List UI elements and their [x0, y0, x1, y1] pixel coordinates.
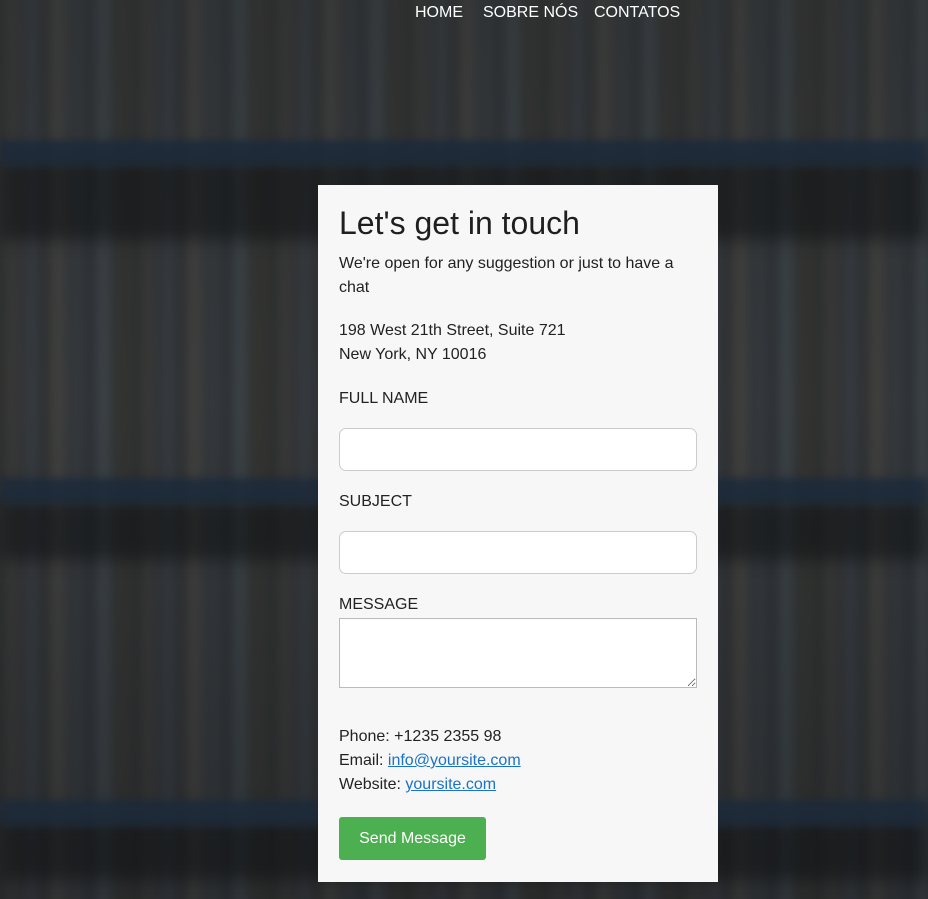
intro-text: We're open for any suggestion or just to… — [339, 255, 674, 296]
contact-card: Let's get in touch We're open for any su… — [318, 185, 718, 882]
full-name-label: FULL NAME — [339, 390, 429, 407]
address: 198 West 21th Street, Suite 721 New York… — [339, 319, 566, 367]
contact-info: Phone: +1235 2355 98 Email: info@yoursit… — [339, 725, 521, 797]
nav-link-sobre-nos[interactable]: SOBRE NÓS — [483, 4, 578, 22]
subject-label: SUBJECT — [339, 493, 412, 510]
website-link[interactable]: yoursite.com — [405, 776, 496, 793]
message-label: MESSAGE — [339, 596, 419, 613]
phone-label: Phone: — [339, 728, 390, 745]
background-shelf — [0, 140, 928, 166]
page-title: Let's get in touch — [339, 205, 580, 241]
email-link[interactable]: info@yoursite.com — [388, 752, 521, 769]
subject-input[interactable] — [339, 531, 697, 574]
phone-line: Phone: +1235 2355 98 — [339, 725, 521, 749]
send-message-button[interactable]: Send Message — [339, 817, 486, 860]
full-name-input[interactable] — [339, 428, 697, 471]
nav-link-contatos[interactable]: CONTATOS — [594, 4, 680, 22]
phone-value: +1235 2355 98 — [394, 728, 502, 745]
message-textarea[interactable] — [339, 618, 697, 688]
website-label: Website: — [339, 776, 401, 793]
address-line-1: 198 West 21th Street, Suite 721 — [339, 322, 566, 339]
email-label: Email: — [339, 752, 384, 769]
website-line: Website: yoursite.com — [339, 773, 521, 797]
address-line-2: New York, NY 10016 — [339, 346, 487, 363]
nav-link-home[interactable]: HOME — [415, 4, 463, 22]
email-line: Email: info@yoursite.com — [339, 749, 521, 773]
